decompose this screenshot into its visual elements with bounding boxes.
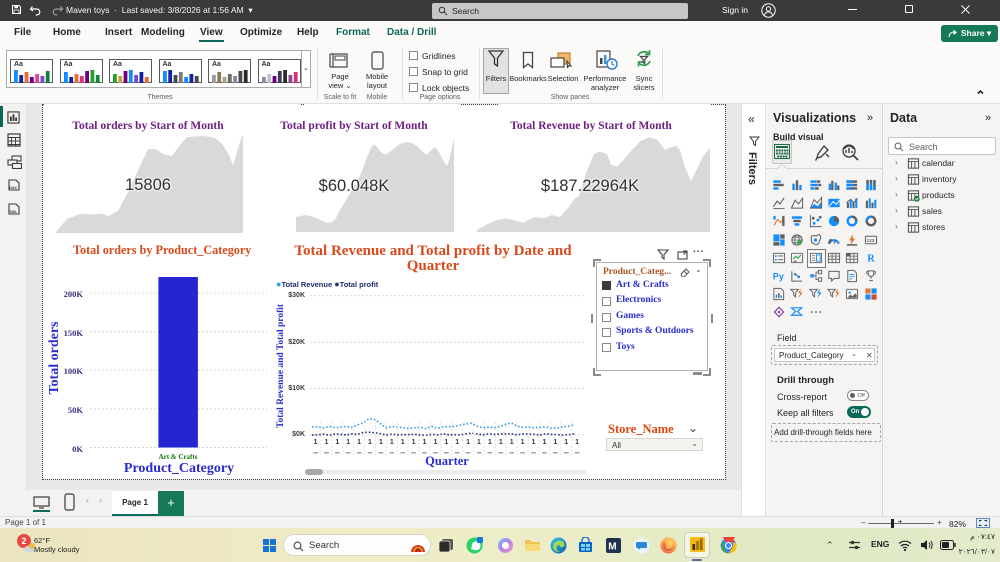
svg-text:DAX: DAX <box>9 186 17 190</box>
svg-text:123: 123 <box>866 238 874 243</box>
svg-text:Py: Py <box>773 271 784 281</box>
svg-text:R: R <box>867 254 875 265</box>
svg-text:M: M <box>608 542 616 553</box>
svg-text:TMDL: TMDL <box>8 210 17 214</box>
